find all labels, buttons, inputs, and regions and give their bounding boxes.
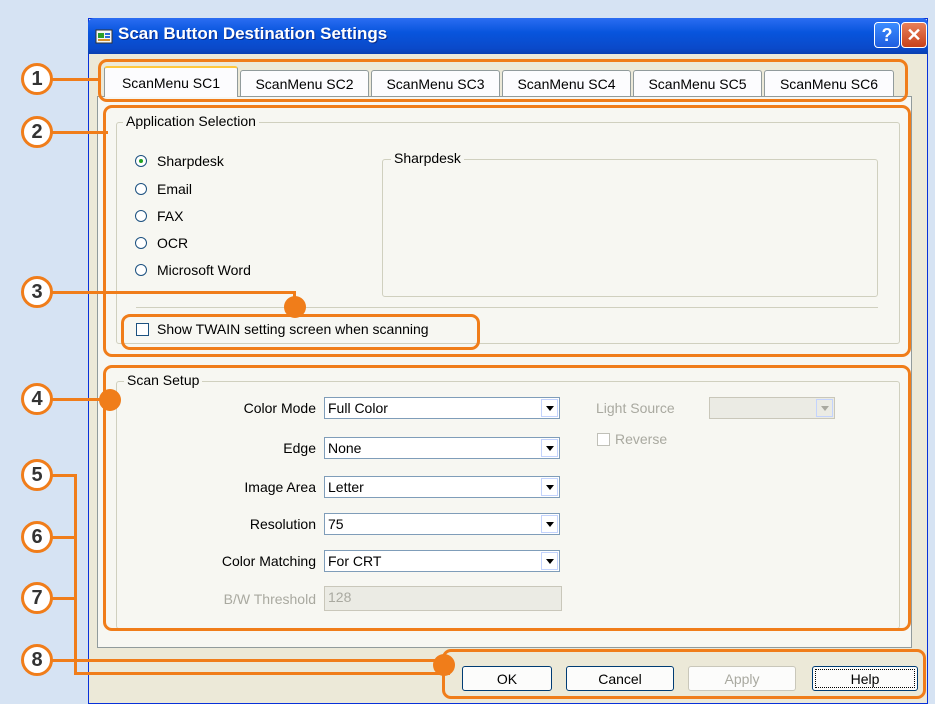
callout-box-buttons (442, 649, 926, 699)
callout-8: 8 (21, 644, 53, 676)
callout-6: 6 (21, 521, 53, 553)
leader-line-7 (50, 597, 76, 600)
callout-1: 1 (21, 63, 53, 95)
leader-line-3 (50, 291, 295, 294)
app-icon (95, 29, 113, 44)
callout-dot-4 (99, 389, 121, 411)
leader-line-6 (50, 536, 76, 539)
callout-box-scan-setup (103, 365, 911, 631)
leader-line-8 (50, 659, 450, 662)
leader-line-2 (50, 131, 108, 134)
callout-7: 7 (21, 582, 53, 614)
leader-line-5 (50, 474, 76, 477)
leader-bracket (74, 474, 77, 675)
callout-5: 5 (21, 459, 53, 491)
callout-4: 4 (21, 383, 53, 415)
close-button[interactable]: ✕ (901, 22, 927, 48)
callout-dot-8 (433, 654, 455, 676)
callout-box-twain (121, 314, 480, 350)
callout-3: 3 (21, 276, 53, 308)
help-title-button[interactable]: ? (874, 22, 900, 48)
leader-line-bracket-bottom (74, 672, 450, 675)
tab-scanmenu-sc1[interactable]: ScanMenu SC1 (104, 66, 238, 97)
window-title: Scan Button Destination Settings (118, 24, 388, 43)
callout-2: 2 (21, 116, 53, 148)
callout-dot-3 (284, 296, 306, 318)
leader-line-1 (50, 78, 100, 81)
